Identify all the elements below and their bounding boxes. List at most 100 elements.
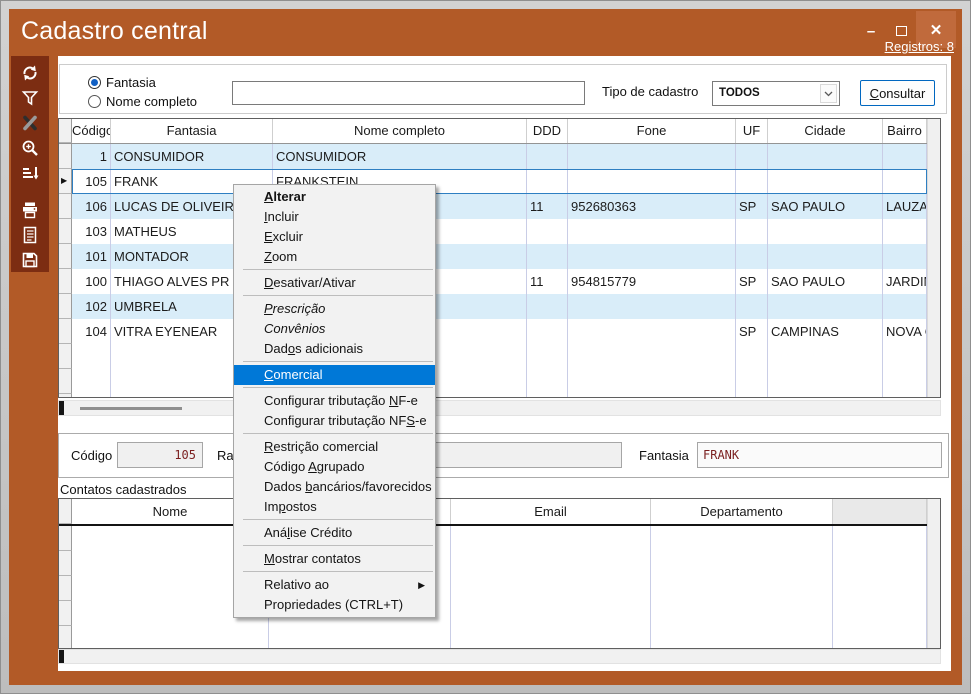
grid-cell[interactable] <box>736 144 768 169</box>
table-row[interactable]: 100THIAGO ALVES PR11954815779SPSAO PAULO… <box>59 269 927 294</box>
column-header[interactable]: Fone <box>568 119 736 143</box>
grid-cell[interactable]: CONSUMIDOR <box>273 144 527 169</box>
column-header[interactable]: Bairro <box>883 119 927 143</box>
contacts-vertical-scrollbar[interactable] <box>927 499 940 648</box>
chevron-down-icon[interactable] <box>820 84 837 103</box>
radio-fantasia[interactable] <box>88 76 101 89</box>
report-button[interactable] <box>11 222 49 247</box>
grid-cell[interactable]: 104 <box>72 319 111 344</box>
context-menu-item[interactable]: Convênios <box>234 319 435 339</box>
grid-cell[interactable]: CONSUMIDOR <box>111 144 273 169</box>
context-menu-item[interactable]: Comercial <box>234 365 435 385</box>
grid-cell[interactable] <box>736 219 768 244</box>
table-row[interactable]: 104VITRA EYENEARSPCAMPINASNOVA C <box>59 319 927 344</box>
radio-nome-completo[interactable] <box>88 95 101 108</box>
grid-cell[interactable]: 102 <box>72 294 111 319</box>
column-header[interactable]: UF <box>736 119 768 143</box>
context-menu-item[interactable]: Propriedades (CTRL+T) <box>234 595 435 615</box>
grid-cell[interactable]: SAO PAULO <box>768 269 883 294</box>
context-menu-item[interactable]: Código Agrupado <box>234 457 435 477</box>
grid-cell[interactable] <box>527 294 568 319</box>
contacts-column-header[interactable]: Email <box>451 499 651 524</box>
vertical-scrollbar[interactable] <box>927 119 940 397</box>
grid-cell[interactable]: 954815779 <box>568 269 736 294</box>
grid-cell[interactable] <box>736 294 768 319</box>
grid-cell[interactable] <box>568 294 736 319</box>
search-input[interactable] <box>232 81 585 105</box>
maximize-button[interactable] <box>892 23 910 39</box>
context-menu-item[interactable]: Análise Crédito <box>234 523 435 543</box>
registros-link[interactable]: Registros: 8 <box>885 39 954 54</box>
grid-cell[interactable]: 1 <box>72 144 111 169</box>
context-menu-item[interactable]: Desativar/Ativar <box>234 273 435 293</box>
print-button[interactable] <box>11 197 49 222</box>
grid-cell[interactable]: SAO PAULO <box>768 194 883 219</box>
grid-cell[interactable]: SP <box>736 319 768 344</box>
grid-cell[interactable] <box>568 319 736 344</box>
grid-cell[interactable]: SP <box>736 194 768 219</box>
grid-cell[interactable] <box>768 244 883 269</box>
table-row[interactable]: 101MONTADOR <box>59 244 927 269</box>
table-row[interactable]: 103MATHEUS <box>59 219 927 244</box>
context-menu-item[interactable]: Configurar tributação NFS-e <box>234 411 435 431</box>
consultar-button[interactable]: Consultar <box>860 80 935 106</box>
grid-cell[interactable] <box>568 169 736 194</box>
clear-filter-button[interactable] <box>11 110 49 135</box>
grid-cell[interactable] <box>768 294 883 319</box>
context-menu-item[interactable]: Dados adicionais <box>234 339 435 359</box>
context-menu-item[interactable]: Restrição comercial <box>234 437 435 457</box>
grid-cell[interactable]: 100 <box>72 269 111 294</box>
grid-cell[interactable]: 952680363 <box>568 194 736 219</box>
grid-cell[interactable] <box>768 169 883 194</box>
context-menu-item[interactable]: Dados bancários/favorecidos <box>234 477 435 497</box>
save-button[interactable] <box>11 247 49 272</box>
context-menu-item[interactable]: Alterar <box>234 187 435 207</box>
contacts-horizontal-scrollbar[interactable] <box>58 649 941 664</box>
context-menu-item[interactable]: Impostos <box>234 497 435 517</box>
grid-cell[interactable]: 103 <box>72 219 111 244</box>
grid-cell[interactable]: 105 <box>72 169 111 194</box>
context-menu-item[interactable]: Excluir <box>234 227 435 247</box>
context-menu-item[interactable]: Relativo ao▶ <box>234 575 435 595</box>
refresh-button[interactable] <box>11 60 49 85</box>
minimize-button[interactable]: – <box>862 23 880 39</box>
grid-cell[interactable]: LAUZAN <box>883 194 927 219</box>
column-header[interactable]: Nome completo <box>273 119 527 143</box>
grid-cell[interactable]: 101 <box>72 244 111 269</box>
contacts-column-header[interactable] <box>833 499 927 524</box>
grid-cell[interactable] <box>883 294 927 319</box>
grid-cell[interactable] <box>768 144 883 169</box>
tipo-cadastro-dropdown[interactable]: TODOS <box>712 81 840 106</box>
grid-cell[interactable]: SP <box>736 269 768 294</box>
grid-cell[interactable] <box>568 144 736 169</box>
column-header[interactable]: DDD <box>527 119 568 143</box>
filter-button[interactable] <box>11 85 49 110</box>
scrollbar-thumb[interactable] <box>80 407 182 410</box>
table-row[interactable]: ▶105FRANKFRANKSTEIN <box>59 169 927 194</box>
grid-cell[interactable]: 106 <box>72 194 111 219</box>
grid-cell[interactable] <box>568 244 736 269</box>
grid-cell[interactable] <box>568 219 736 244</box>
column-header[interactable]: Fantasia <box>111 119 273 143</box>
grid-cell[interactable] <box>883 244 927 269</box>
grid-cell[interactable] <box>527 219 568 244</box>
grid-cell[interactable]: 11 <box>527 194 568 219</box>
context-menu-item[interactable]: Mostrar contatos <box>234 549 435 569</box>
grid-cell[interactable] <box>736 169 768 194</box>
grid-cell[interactable]: CAMPINAS <box>768 319 883 344</box>
grid-cell[interactable] <box>883 144 927 169</box>
grid-cell[interactable] <box>527 144 568 169</box>
zoom-button[interactable] <box>11 135 49 160</box>
column-header[interactable]: Código <box>72 119 111 143</box>
grid-cell[interactable] <box>527 169 568 194</box>
sort-button[interactable] <box>11 160 49 185</box>
table-row[interactable]: 102UMBRELA <box>59 294 927 319</box>
column-header[interactable]: Cidade <box>768 119 883 143</box>
grid-cell[interactable]: 11 <box>527 269 568 294</box>
table-row[interactable]: 1CONSUMIDORCONSUMIDOR <box>59 144 927 169</box>
grid-cell[interactable]: NOVA C <box>883 319 927 344</box>
grid-cell[interactable] <box>768 219 883 244</box>
grid-cell[interactable] <box>527 244 568 269</box>
grid-cell[interactable] <box>736 244 768 269</box>
context-menu-item[interactable]: Prescrição <box>234 299 435 319</box>
